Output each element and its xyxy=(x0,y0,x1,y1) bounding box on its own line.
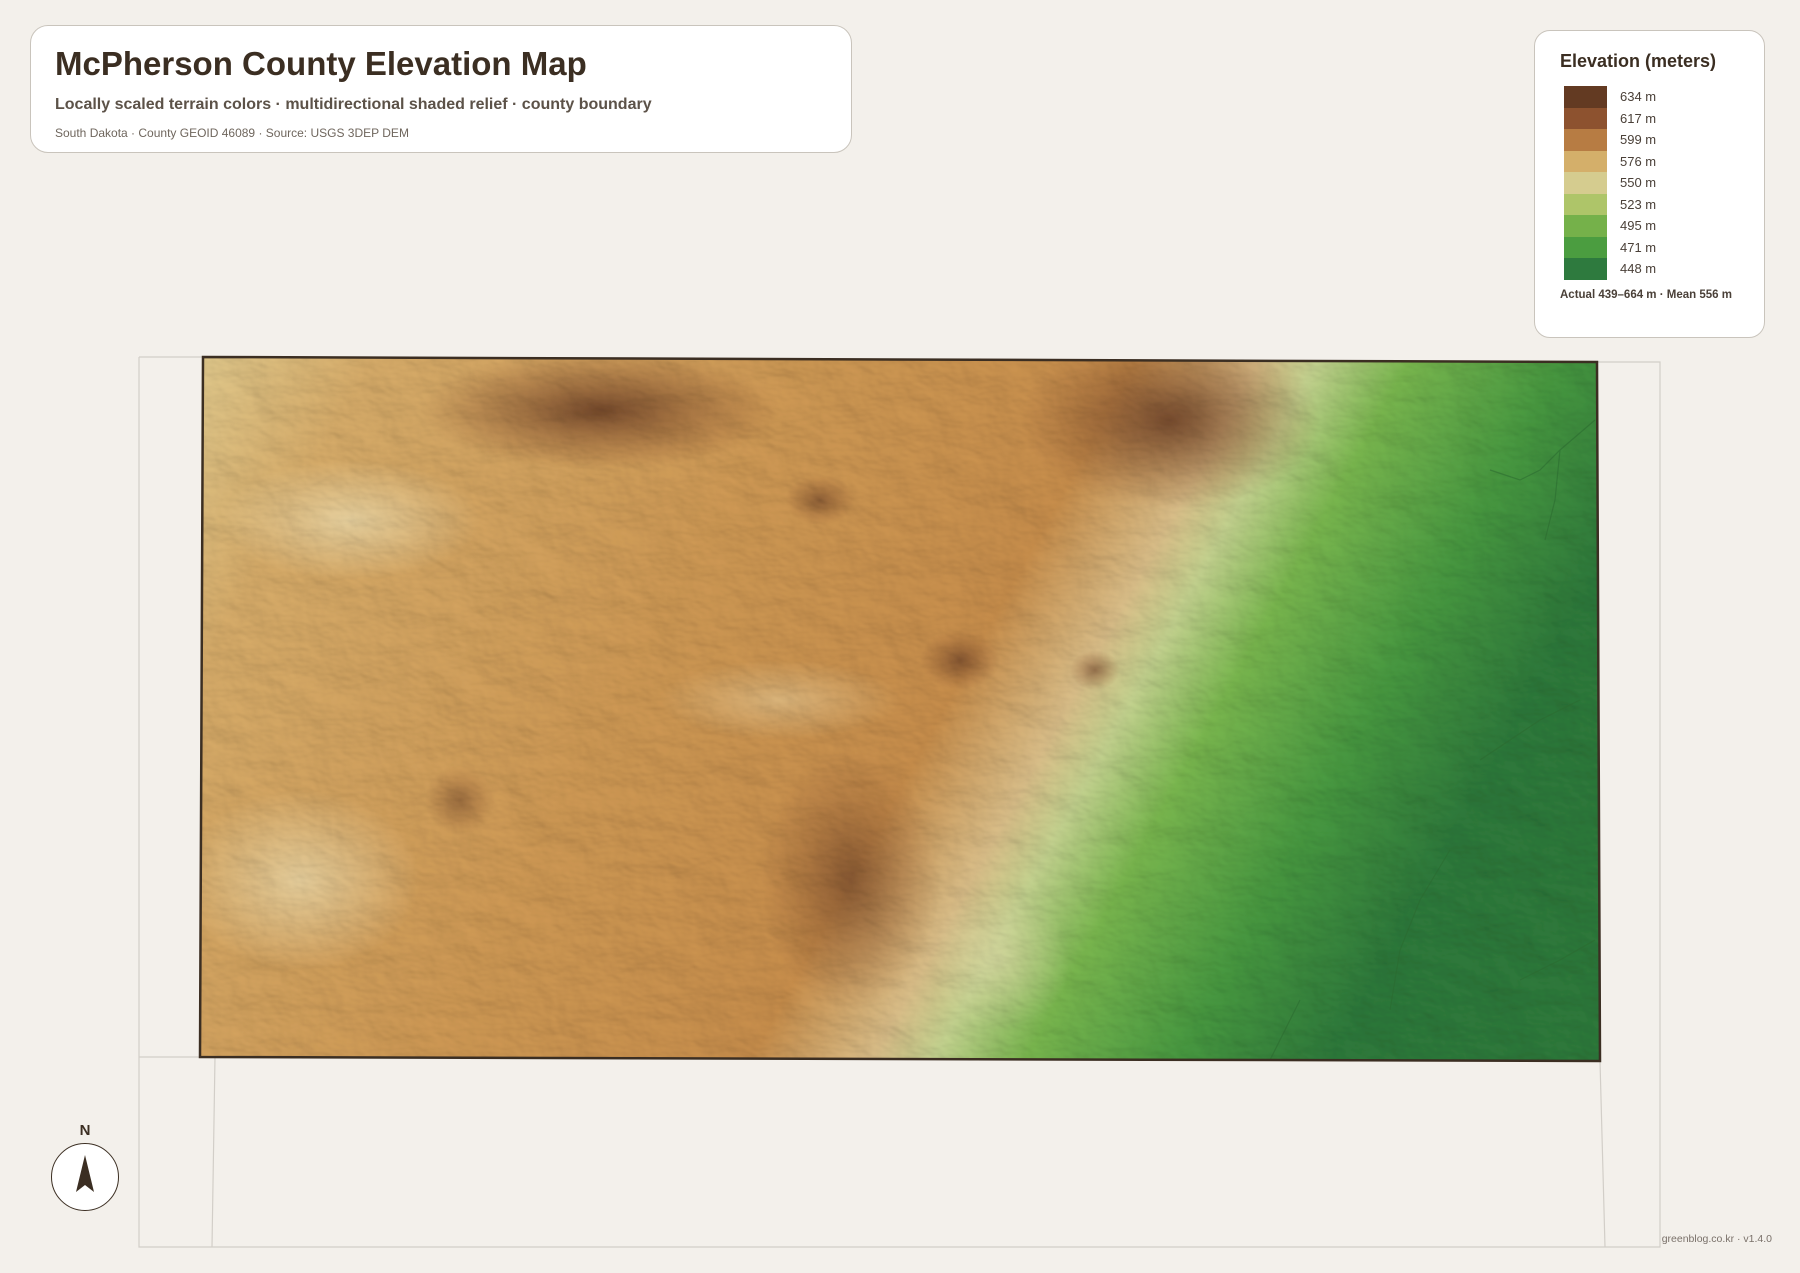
elevation-map xyxy=(138,355,1661,1248)
credit-text: greenblog.co.kr · v1.4.0 xyxy=(1661,1233,1772,1245)
north-label: N xyxy=(79,1122,91,1139)
north-arrow: N xyxy=(51,1122,119,1212)
map-subtitle: Locally scaled terrain colors · multidir… xyxy=(55,95,652,113)
legend-item: 576 m xyxy=(1560,150,1739,172)
legend-label: 471 m xyxy=(1620,239,1657,255)
legend-title: Elevation (meters) xyxy=(1560,51,1717,71)
legend-swatch xyxy=(1564,193,1607,215)
map-title: McPherson County Elevation Map xyxy=(55,45,587,82)
legend-label: 617 m xyxy=(1620,110,1657,126)
legend-note: Actual 439–664 m · Mean 556 m xyxy=(1560,288,1732,301)
legend-items: 634 m 617 m 599 m 576 m 550 m 523 m 495 … xyxy=(1560,86,1739,280)
legend-item: 495 m xyxy=(1560,215,1739,237)
legend-label: 550 m xyxy=(1620,175,1657,191)
legend-swatch xyxy=(1564,107,1607,129)
legend-swatch xyxy=(1564,172,1607,194)
legend-swatch xyxy=(1564,236,1607,258)
legend-swatch xyxy=(1564,129,1607,151)
county-terrain xyxy=(200,357,1600,1061)
legend-swatch xyxy=(1564,215,1607,237)
legend-item: 448 m xyxy=(1560,258,1739,280)
legend-swatch xyxy=(1564,258,1607,280)
legend-label: 448 m xyxy=(1620,261,1657,277)
elevation-legend: Elevation (meters) 634 m 617 m 599 m 576… xyxy=(1534,30,1765,338)
north-arrow-icon xyxy=(76,1155,94,1192)
legend-label: 634 m xyxy=(1620,89,1657,105)
map-source: South Dakota · County GEOID 46089 · Sour… xyxy=(55,125,409,140)
legend-label: 599 m xyxy=(1620,132,1657,148)
legend-item: 634 m xyxy=(1560,86,1739,108)
legend-item: 617 m xyxy=(1560,107,1739,129)
compass-circle xyxy=(51,1143,119,1211)
title-card: McPherson County Elevation Map Locally s… xyxy=(30,25,852,153)
legend-label: 523 m xyxy=(1620,196,1657,212)
legend-item: 599 m xyxy=(1560,129,1739,151)
legend-swatch xyxy=(1564,86,1607,108)
legend-item: 550 m xyxy=(1560,172,1739,194)
legend-swatch xyxy=(1564,150,1607,172)
legend-label: 576 m xyxy=(1620,153,1657,169)
legend-item: 523 m xyxy=(1560,193,1739,215)
legend-item: 471 m xyxy=(1560,236,1739,258)
legend-label: 495 m xyxy=(1620,218,1657,234)
